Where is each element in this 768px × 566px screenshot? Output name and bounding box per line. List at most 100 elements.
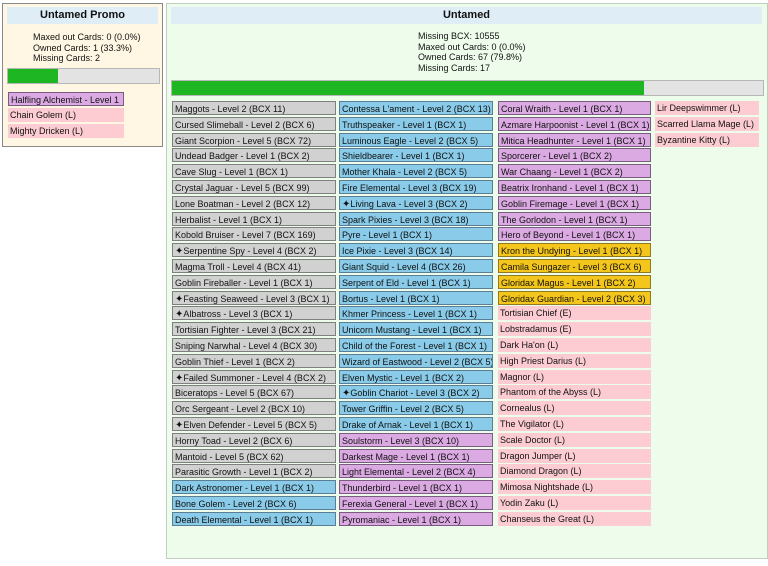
card-label: Giant Scorpion - Level 5 (BCX 72)	[175, 135, 312, 146]
card-item: Contessa L'ament - Level 2 (BCX 13)	[339, 101, 493, 115]
promo-progress-bar	[7, 68, 160, 84]
card-item: Wizard of Eastwood - Level 2 (BCX 5)	[339, 353, 493, 368]
missing-card-item: Dragon Jumper (L)	[498, 448, 651, 463]
card-item: Drake of Arnak - Level 1 (BCX 1)	[339, 416, 493, 431]
missing-card-item: Cornealus (L)	[498, 401, 651, 416]
card-label: Soulstorm - Level 3 (BCX 10)	[342, 435, 460, 446]
card-label: Sporcerer - Level 1 (BCX 2)	[501, 151, 613, 162]
card-label: Ice Pixie - Level 3 (BCX 14)	[342, 246, 453, 257]
card-label: Goblin Chariot - Level 3 (BCX 2)	[350, 388, 480, 399]
card-label: Halfling Alchemist - Level 1	[11, 95, 120, 105]
card-item: Hero of Beyond - Level 1 (BCX 1)	[498, 227, 651, 242]
card-label: Serpent of Eld - Level 1 (BCX 1)	[342, 277, 471, 288]
card-label: Kobold Bruiser - Level 7 (BCX 169)	[175, 230, 316, 241]
card-item: Serpent of Eld - Level 1 (BCX 1)	[339, 274, 493, 289]
untamed-owned: Owned Cards: 67 (79.8%)	[418, 52, 523, 62]
card-item: Crystal Jaguar - Level 5 (BCX 99)	[172, 179, 336, 194]
card-label: Tortisian Fighter - Level 3 (BCX 21)	[175, 325, 316, 336]
card-label: Sniping Narwhal - Level 4 (BCX 30)	[175, 340, 318, 351]
card-label: Scale Doctor (L)	[500, 434, 566, 445]
card-item: ✦Goblin Chariot - Level 3 (BCX 2)	[339, 385, 493, 400]
card-label: Pyromaniac - Level 1 (BCX 1)	[342, 514, 462, 525]
card-label: Cave Slug - Level 1 (BCX 1)	[175, 167, 289, 178]
missing-card-item: Tortisian Chief (E)	[498, 306, 651, 321]
card-label: The Vigilator (L)	[500, 418, 564, 429]
card-item: Shieldbearer - Level 1 (BCX 1)	[339, 148, 493, 163]
card-label: Bone Golem - Level 2 (BCX 6)	[175, 498, 297, 509]
card-label: Elven Defender - Level 5 (BCX 5)	[183, 419, 317, 430]
card-label: Thunderbird - Level 1 (BCX 1)	[342, 483, 463, 494]
card-label: Gloridax Guardian - Level 2 (BCX 3)	[501, 293, 646, 304]
card-label: Fire Elemental - Level 3 (BCX 19)	[342, 182, 477, 193]
card-item: Gloridax Magus - Level 1 (BCX 2)	[498, 274, 651, 289]
card-item: Darkest Mage - Level 1 (BCX 1)	[339, 448, 493, 463]
promo-maxed-out: Maxed out Cards: 0 (0.0%)	[33, 32, 141, 42]
card-label: Mighty Dricken (L)	[10, 125, 84, 136]
missing-card-item: Diamond Dragon (L)	[498, 464, 651, 479]
card-item: Giant Squid - Level 4 (BCX 26)	[339, 258, 493, 273]
card-label: Camila Sungazer - Level 3 (BCX 6)	[501, 261, 642, 272]
card-item: ✦Feasting Seaweed - Level 3 (BCX 1)	[172, 290, 336, 305]
promo-title: Untamed Promo	[7, 7, 158, 24]
card-label: Goblin Fireballer - Level 1 (BCX 1)	[175, 277, 313, 288]
card-item: Kobold Bruiser - Level 7 (BCX 169)	[172, 227, 336, 242]
card-label: Pyre - Level 1 (BCX 1)	[342, 230, 433, 241]
card-column-3: Coral Wraith - Level 1 (BCX 1) Azmare Har…	[498, 101, 651, 528]
card-label: Goblin Firemage - Level 1 (BCX 1)	[501, 198, 640, 209]
missing-card-item: Byzantine Kitty (L)	[655, 132, 759, 147]
card-column-1: Maggots - Level 2 (BCX 11) Cursed Slimeba…	[172, 101, 336, 528]
card-label: Contessa L'ament - Level 2 (BCX 13)	[342, 104, 491, 114]
card-item: Goblin Firemage - Level 1 (BCX 1)	[498, 195, 651, 210]
card-item: Thunderbird - Level 1 (BCX 1)	[339, 480, 493, 495]
missing-card-item: The Vigilator (L)	[498, 416, 651, 431]
promo-owned: Owned Cards: 1 (33.3%)	[33, 42, 133, 53]
card-label: Hero of Beyond - Level 1 (BCX 1)	[501, 230, 636, 241]
card-item: Luminous Eagle - Level 2 (BCX 5)	[339, 132, 493, 147]
card-item: Maggots - Level 2 (BCX 11)	[172, 101, 336, 115]
card-label: Serpentine Spy - Level 4 (BCX 2)	[183, 246, 317, 257]
card-item: Goblin Thief - Level 1 (BCX 2)	[172, 353, 336, 368]
card-label: Cursed Slimeball - Level 2 (BCX 6)	[175, 119, 315, 130]
card-item: Bone Golem - Level 2 (BCX 6)	[172, 495, 336, 510]
card-item: Ferexia General - Level 1 (BCX 1)	[339, 495, 493, 510]
card-label: Living Lava - Level 3 (BCX 2)	[350, 198, 468, 209]
card-label: Beatrix Ironhand - Level 1 (BCX 1)	[501, 182, 639, 193]
card-label: Magma Troll - Level 4 (BCX 41)	[175, 261, 302, 272]
card-item: Fire Elemental - Level 3 (BCX 19)	[339, 179, 493, 194]
card-label: Yodin Zaku (L)	[500, 497, 559, 508]
untamed-progress-bar	[171, 80, 764, 96]
card-label: Mantoid - Level 5 (BCX 62)	[175, 451, 284, 462]
card-label: Truthspeaker - Level 1 (BCX 1)	[342, 119, 467, 130]
card-label: Mimosa Nightshade (L)	[500, 482, 594, 493]
card-label: Gloridax Magus - Level 1 (BCX 2)	[501, 277, 636, 288]
card-label: Dragon Jumper (L)	[500, 450, 576, 461]
card-label: Herbalist - Level 1 (BCX 1)	[175, 214, 283, 225]
card-item: Sporcerer - Level 1 (BCX 2)	[498, 148, 651, 163]
card-label: Scarred Llama Mage (L)	[657, 118, 755, 129]
card-label: Crystal Jaguar - Level 5 (BCX 99)	[175, 182, 310, 193]
missing-card-item: Lobstradamus (E)	[498, 322, 651, 337]
promo-card-list: Halfling Alchemist - Level 1 Chain Golem …	[8, 92, 124, 139]
missing-card-item: Chain Golem (L)	[8, 107, 124, 122]
card-item: ✦Albatross - Level 3 (BCX 1)	[172, 306, 336, 321]
card-label: Tower Griffin - Level 2 (BCX 5)	[342, 404, 464, 415]
card-item: Orc Sergeant - Level 2 (BCX 10)	[172, 401, 336, 416]
untamed-missing-bcx: Missing BCX: 10555	[418, 31, 500, 41]
card-label: Coral Wraith - Level 1 (BCX 1)	[501, 104, 623, 114]
card-item: Soulstorm - Level 3 (BCX 10)	[339, 432, 493, 447]
card-item: Goblin Fireballer - Level 1 (BCX 1)	[172, 274, 336, 289]
card-label: Mother Khala - Level 2 (BCX 5)	[342, 167, 468, 178]
missing-card-item: Scarred Llama Mage (L)	[655, 116, 759, 131]
card-item: Elven Mystic - Level 1 (BCX 2)	[339, 369, 493, 384]
card-label: Magnor (L)	[500, 371, 545, 382]
card-label: Tortisian Chief (E)	[500, 308, 572, 319]
card-item: Cursed Slimeball - Level 2 (BCX 6)	[172, 116, 336, 131]
card-item: Unicorn Mustang - Level 1 (BCX 1)	[339, 322, 493, 337]
card-label: Biceratops - Level 5 (BCX 67)	[175, 388, 295, 399]
missing-card-item: Mighty Dricken (L)	[8, 123, 124, 138]
promo-stats: Maxed out Cards: 0 (0.0%) Owned Cards: 1…	[33, 32, 141, 64]
card-item: Kron the Undying - Level 1 (BCX 1)	[498, 243, 651, 258]
card-item: Biceratops - Level 5 (BCX 67)	[172, 385, 336, 400]
card-label: Drake of Arnak - Level 1 (BCX 1)	[342, 419, 474, 430]
card-item: ✦Living Lava - Level 3 (BCX 2)	[339, 195, 493, 210]
